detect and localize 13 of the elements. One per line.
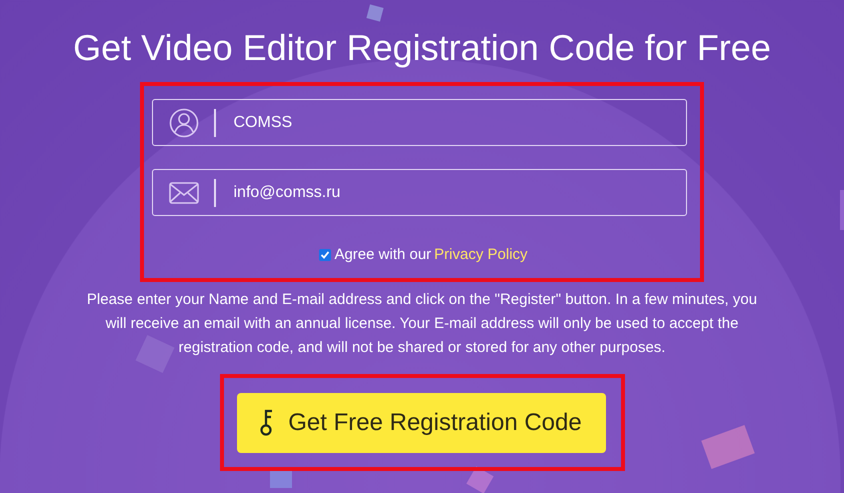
privacy-policy-link[interactable]: Privacy Policy	[434, 246, 528, 263]
get-code-button[interactable]: Get Free Registration Code	[236, 392, 606, 452]
agree-checkbox[interactable]	[319, 248, 332, 260]
page-title: Get Video Editor Registration Code for Free	[73, 26, 771, 70]
name-input[interactable]: COMSS	[232, 112, 636, 132]
user-icon	[169, 108, 199, 138]
email-input[interactable]: info@comss.ru	[232, 182, 636, 202]
key-icon	[260, 408, 274, 436]
instructions-text: Please enter your Name and E-mail address and click on the "Register" button. In a few minutes, you will receive an email with an annual license. Your E-mail address will only be used to accept the registration code, and will not be shared or stored for any other purposes.	[86, 290, 758, 358]
name-field[interactable]: COMSS	[152, 99, 687, 146]
envelope-icon	[169, 180, 199, 204]
email-field[interactable]: info@comss.ru	[152, 169, 687, 216]
agree-label: Agree with our	[334, 246, 432, 263]
